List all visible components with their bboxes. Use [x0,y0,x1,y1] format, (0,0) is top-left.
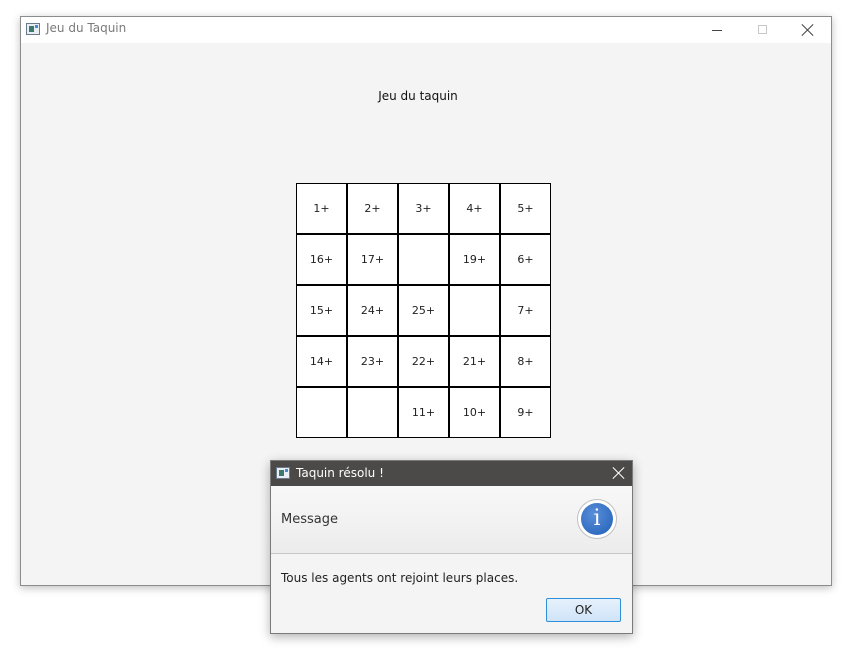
tile-r5-c5[interactable]: 9+ [500,387,551,438]
tile-r4-c2[interactable]: 23+ [347,336,398,387]
dialog-title-bar[interactable]: Taquin résolu ! [271,461,632,486]
minimize-button[interactable] [694,17,740,43]
tile-r1-c3[interactable]: 3+ [398,183,449,234]
tile-r4-c5[interactable]: 8+ [500,336,551,387]
tile-r2-c2[interactable]: 17+ [347,234,398,285]
dialog-header-text: Message [281,512,338,527]
tile-r3-c1[interactable]: 15+ [296,285,347,336]
tile-r3-c5[interactable]: 7+ [500,285,551,336]
tile-r2-c1[interactable]: 16+ [296,234,347,285]
tile-r5-c1[interactable] [296,387,347,438]
maximize-button[interactable] [740,17,786,43]
tile-r1-c4[interactable]: 4+ [449,183,500,234]
tile-r1-c5[interactable]: 5+ [500,183,551,234]
dialog-header: Message i [271,486,632,554]
info-icon: i [577,499,617,539]
info-glyph: i [581,503,613,535]
tile-r3-c3[interactable]: 25+ [398,285,449,336]
close-icon [613,467,625,479]
tile-r5-c3[interactable]: 11+ [398,387,449,438]
window-title: Jeu du Taquin [46,21,127,35]
tile-r5-c4[interactable]: 10+ [449,387,500,438]
tile-r1-c1[interactable]: 1+ [296,183,347,234]
maximize-icon [758,25,767,34]
app-icon [26,23,40,35]
dialog-message: Tous les agents ont rejoint leurs places… [281,571,519,585]
tile-r1-c2[interactable]: 2+ [347,183,398,234]
tile-r2-c4[interactable]: 19+ [449,234,500,285]
tile-r4-c3[interactable]: 22+ [398,336,449,387]
close-button[interactable] [785,17,831,43]
ok-button[interactable]: OK [546,598,621,622]
solved-dialog: Taquin résolu ! Message i Tous les agent… [270,460,633,634]
dialog-close-button[interactable] [606,461,632,486]
tile-r5-c2[interactable] [347,387,398,438]
puzzle-board: 1+ 2+ 3+ 4+ 5+ 16+ 17+ 19+ 6+ 15+ 24+ 25… [296,183,551,438]
tile-r4-c4[interactable]: 21+ [449,336,500,387]
dialog-title: Taquin résolu ! [296,466,384,480]
app-icon [276,467,290,479]
tile-r4-c1[interactable]: 14+ [296,336,347,387]
page-title: Jeu du taquin [378,89,458,103]
tile-r3-c2[interactable]: 24+ [347,285,398,336]
tile-r2-c5[interactable]: 6+ [500,234,551,285]
tile-r2-c3[interactable] [398,234,449,285]
title-bar[interactable]: Jeu du Taquin [21,17,831,43]
close-icon [802,24,814,36]
tile-r3-c4[interactable] [449,285,500,336]
minimize-icon [712,30,722,31]
